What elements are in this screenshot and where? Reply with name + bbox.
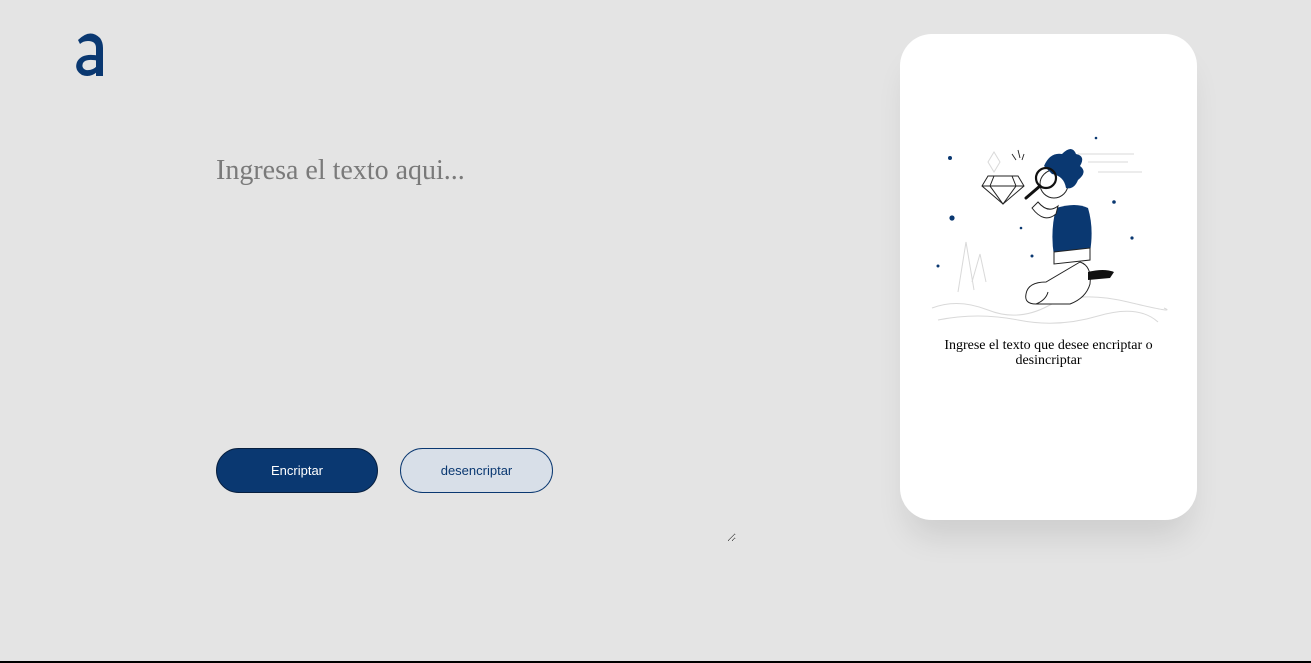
decrypt-button[interactable]: desencriptar bbox=[400, 448, 553, 493]
output-message: Ingrese el texto que desee encriptar o d… bbox=[944, 338, 1153, 368]
output-card: Ingrese el texto que desee encriptar o d… bbox=[900, 34, 1197, 520]
alura-logo-icon bbox=[72, 30, 108, 80]
boy-with-magnifying-glass-illustration bbox=[928, 132, 1168, 328]
encrypt-button[interactable]: Encriptar bbox=[216, 448, 378, 493]
